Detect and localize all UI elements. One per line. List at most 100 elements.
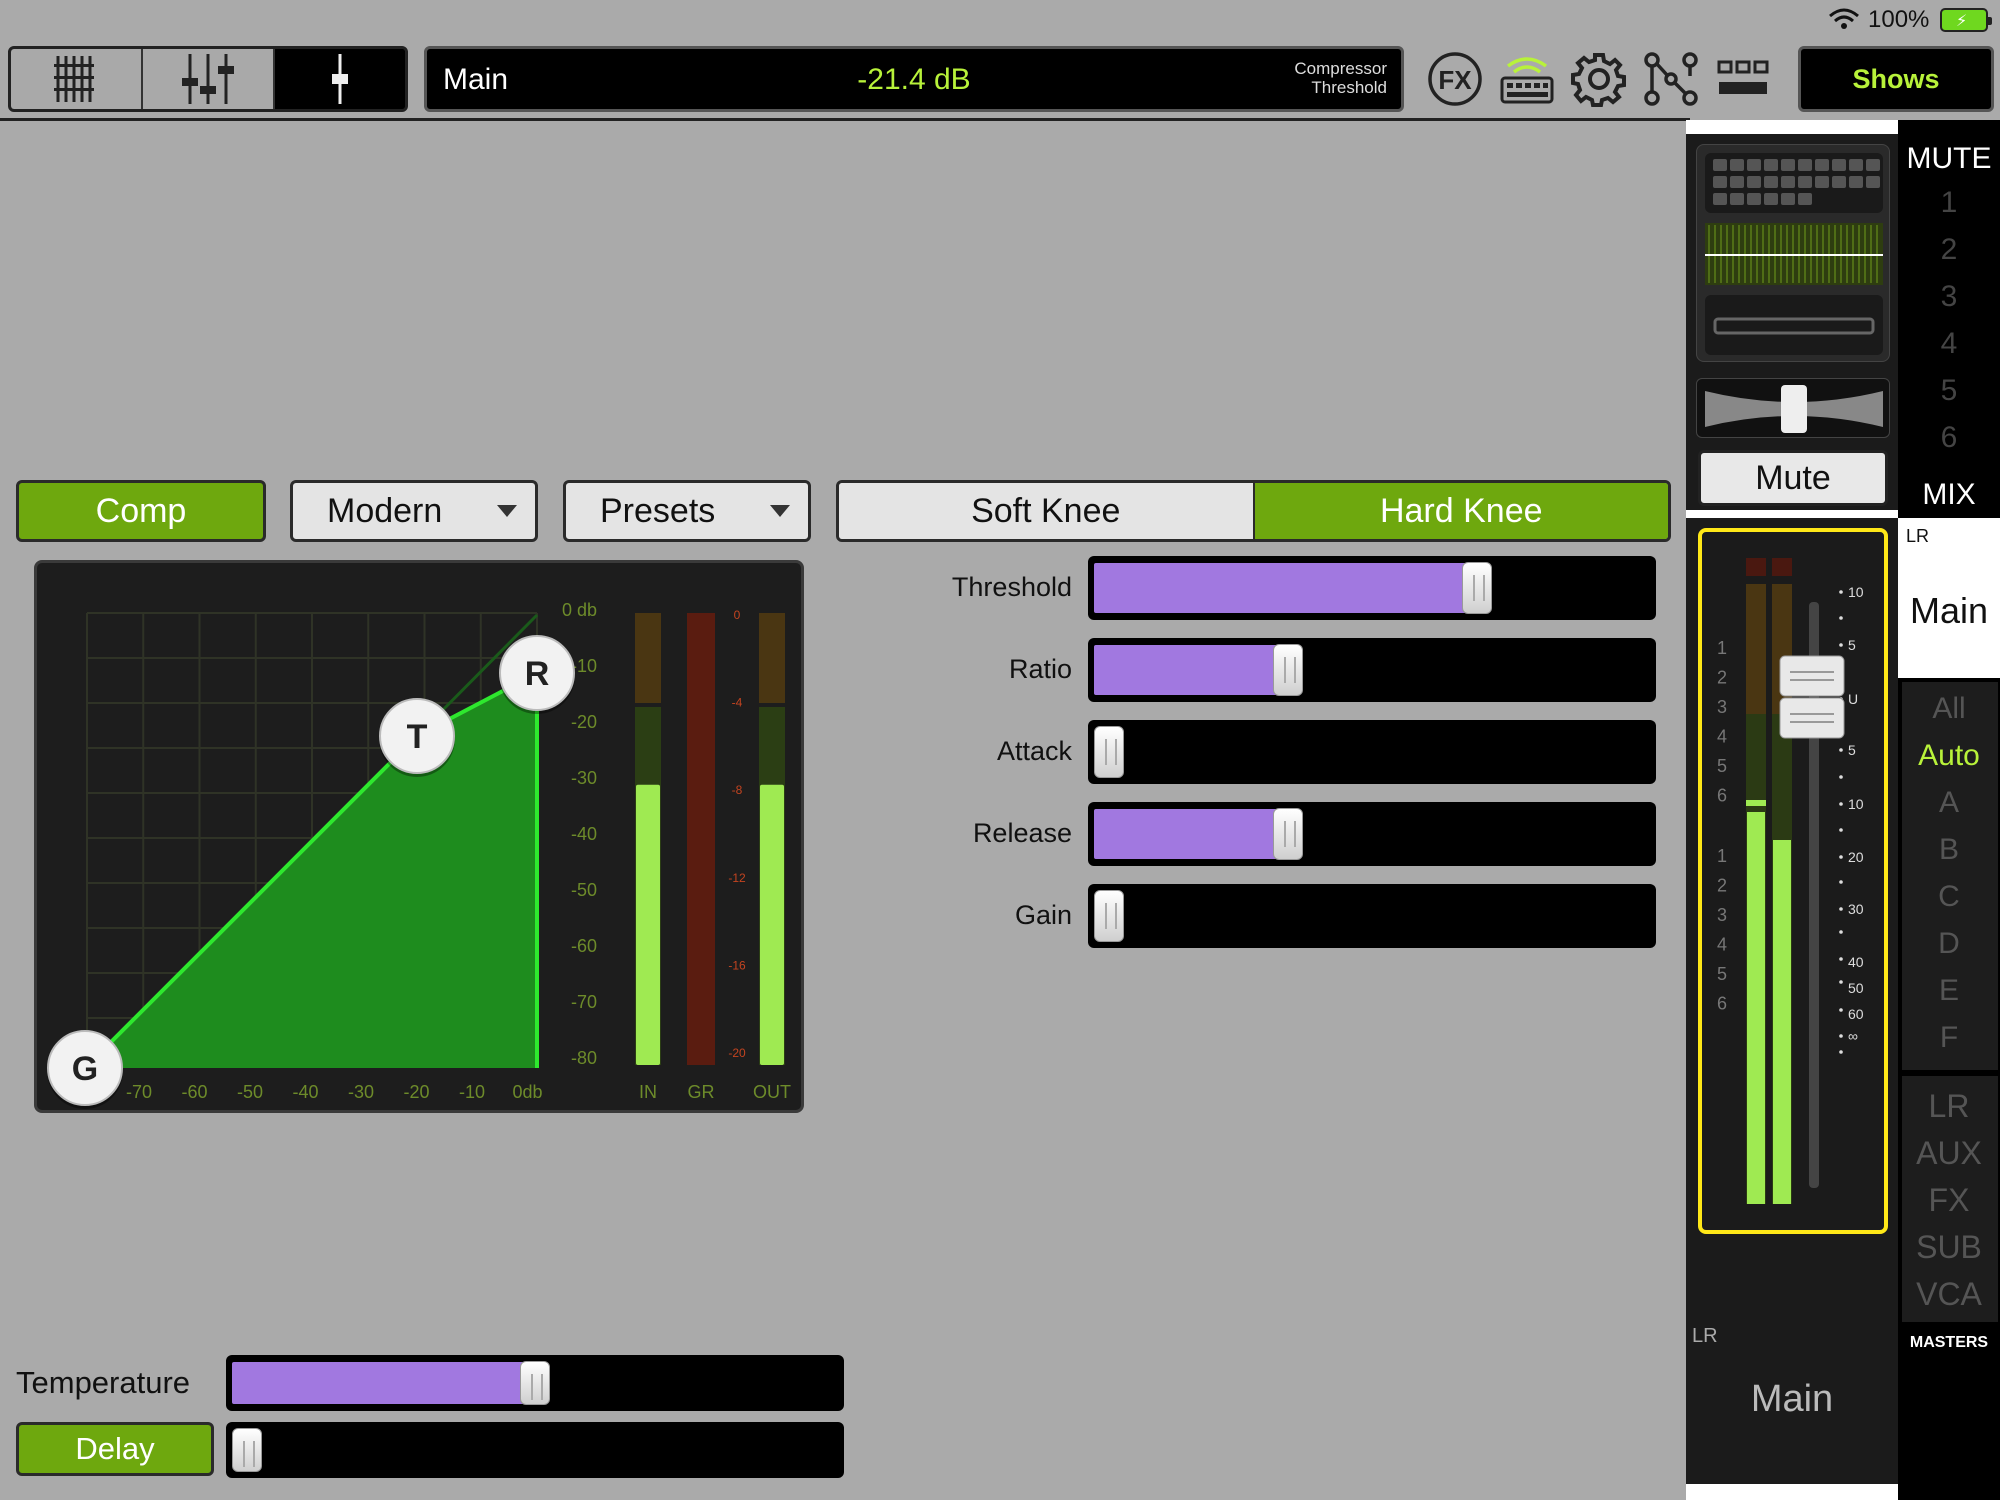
eq-key bbox=[1815, 176, 1829, 188]
param-slider-thumb[interactable] bbox=[1272, 808, 1303, 860]
param-slider-thumb[interactable] bbox=[1462, 562, 1493, 614]
param-slider-thumb[interactable] bbox=[1094, 890, 1124, 942]
eq-thumbnail[interactable] bbox=[1696, 144, 1890, 362]
layer-selector-d[interactable]: D bbox=[1898, 927, 2000, 961]
scale-tick bbox=[1839, 775, 1843, 779]
comp-model-value: Modern bbox=[327, 491, 443, 530]
graph-handle-g[interactable]: G bbox=[47, 1030, 123, 1109]
layer-selector-auto[interactable]: Auto bbox=[1898, 739, 2000, 773]
parameter-display: Main -21.4 dB Compressor Threshold bbox=[424, 46, 1404, 112]
mute-group-1[interactable]: 1 bbox=[1898, 186, 2000, 220]
scale-tick bbox=[1839, 957, 1843, 961]
param-slider-ratio[interactable] bbox=[1088, 638, 1656, 702]
mute-group-4[interactable]: 4 bbox=[1898, 327, 2000, 361]
faders-icon bbox=[182, 54, 234, 104]
shows-button[interactable]: Shows bbox=[1798, 46, 1994, 112]
gr-meter-track bbox=[687, 613, 715, 1065]
layer-selector-f[interactable]: F bbox=[1898, 1021, 2000, 1055]
x-tick-label: -40 bbox=[292, 1082, 318, 1102]
fader-scale-label: 10 bbox=[1848, 584, 1864, 600]
param-slider-release[interactable] bbox=[1088, 802, 1656, 866]
scale-tick bbox=[1839, 828, 1843, 832]
param-slider-attack[interactable] bbox=[1088, 720, 1656, 784]
masters-lr[interactable]: LR bbox=[1898, 1088, 2000, 1125]
y-tick-label: -50 bbox=[571, 880, 597, 900]
scale-tick bbox=[1839, 1034, 1843, 1038]
strip-mute-button[interactable]: Mute bbox=[1698, 450, 1888, 506]
mixer-overview-button[interactable] bbox=[11, 49, 143, 109]
layer-selector-a[interactable]: A bbox=[1898, 786, 2000, 820]
y-tick-label: -20 bbox=[571, 712, 597, 732]
mix-selection-panel[interactable]: LR Main bbox=[1898, 518, 2000, 678]
handle-label: R bbox=[525, 655, 550, 693]
eq-preview-icon bbox=[1705, 153, 1883, 355]
y-tick-label: 0 db bbox=[562, 600, 597, 620]
x-tick-label: -70 bbox=[126, 1082, 152, 1102]
temperature-label: Temperature bbox=[16, 1365, 191, 1400]
eq-key bbox=[1747, 176, 1761, 188]
soft-knee-button[interactable]: Soft Knee bbox=[839, 483, 1255, 539]
graph-handle-r[interactable]: R bbox=[499, 635, 575, 714]
fx-icon[interactable]: FX bbox=[1426, 50, 1484, 108]
settings-gear-icon[interactable] bbox=[1570, 50, 1628, 108]
strip-group-number: 6 bbox=[1717, 994, 1727, 1014]
masters-sub[interactable]: SUB bbox=[1898, 1229, 2000, 1266]
delay-slider-thumb[interactable] bbox=[232, 1428, 262, 1472]
channel-fader[interactable]: 1 2 3 4 5 6 1 2 3 4 5 6 10 5 U 5 10 20 30 40 50 60 ∞ bbox=[1702, 532, 1884, 1230]
gr-tick-label: -4 bbox=[732, 696, 743, 710]
mute-group-2[interactable]: 2 bbox=[1898, 233, 2000, 267]
presets-dropdown[interactable]: Presets bbox=[563, 480, 811, 542]
temperature-slider[interactable] bbox=[226, 1355, 844, 1411]
delay-slider[interactable] bbox=[226, 1422, 844, 1478]
mix-header: MIX bbox=[1922, 478, 1976, 511]
mute-group-3[interactable]: 3 bbox=[1898, 280, 2000, 314]
channel-view-button[interactable] bbox=[275, 49, 405, 109]
fader-scale-label: 30 bbox=[1848, 901, 1864, 917]
fader-cap[interactable] bbox=[1779, 697, 1845, 739]
scale-tick bbox=[1839, 643, 1843, 647]
x-tick-label: -50 bbox=[237, 1082, 263, 1102]
display-parameter-name: Compressor Threshold bbox=[1294, 59, 1387, 97]
fader-cap[interactable] bbox=[1779, 655, 1845, 697]
param-slider-thumb[interactable] bbox=[1272, 644, 1303, 696]
layer-selector-c[interactable]: C bbox=[1898, 880, 2000, 914]
layout-grid-icon[interactable] bbox=[1714, 50, 1772, 108]
comp-model-dropdown[interactable]: Modern bbox=[290, 480, 538, 542]
scale-tick bbox=[1839, 748, 1843, 752]
x-tick-label: -10 bbox=[459, 1082, 485, 1102]
param-slider-thumb[interactable] bbox=[1094, 726, 1124, 778]
param-label-ratio: Ratio bbox=[1008, 654, 1072, 684]
scale-tick bbox=[1839, 880, 1843, 884]
temperature-slider-thumb[interactable] bbox=[520, 1361, 550, 1405]
routing-patch-icon[interactable] bbox=[1642, 50, 1700, 108]
comp-enable-button[interactable]: Comp bbox=[16, 480, 266, 542]
meter-clip-zone bbox=[635, 613, 661, 703]
mute-group-6[interactable]: 6 bbox=[1898, 421, 2000, 455]
mute-group-5[interactable]: 5 bbox=[1898, 374, 2000, 408]
delay-button[interactable]: Delay bbox=[16, 1422, 214, 1476]
hard-knee-button[interactable]: Hard Knee bbox=[1254, 483, 1668, 539]
gr-tick-label: -8 bbox=[732, 783, 743, 797]
scale-tick bbox=[1839, 855, 1843, 859]
mixer-faders-button[interactable] bbox=[143, 49, 275, 109]
masters-aux[interactable]: AUX bbox=[1898, 1135, 2000, 1172]
layer-selector-all[interactable]: All bbox=[1898, 692, 2000, 726]
param-slider-threshold[interactable] bbox=[1088, 556, 1656, 620]
x-tick-label: -60 bbox=[181, 1082, 207, 1102]
x-tick-label: -30 bbox=[348, 1082, 374, 1102]
param-slider-gain[interactable] bbox=[1088, 884, 1656, 948]
fader-scale-label: 60 bbox=[1848, 1006, 1864, 1022]
strip-separator bbox=[1686, 510, 1898, 518]
eq-key bbox=[1781, 176, 1795, 188]
comp-thumbnail[interactable] bbox=[1696, 378, 1890, 438]
eq-key bbox=[1764, 159, 1778, 171]
wireless-keyboard-icon[interactable] bbox=[1498, 50, 1556, 108]
eq-key bbox=[1798, 193, 1812, 205]
layer-selector-b[interactable]: B bbox=[1898, 833, 2000, 867]
strip-channel-name[interactable]: Main bbox=[1686, 1378, 1898, 1421]
graph-handle-t[interactable]: T bbox=[379, 698, 455, 777]
masters-fx[interactable]: FX bbox=[1898, 1182, 2000, 1219]
layer-selector-e[interactable]: E bbox=[1898, 974, 2000, 1008]
fader-scale-label: U bbox=[1848, 691, 1858, 707]
masters-vca[interactable]: VCA bbox=[1898, 1276, 2000, 1313]
